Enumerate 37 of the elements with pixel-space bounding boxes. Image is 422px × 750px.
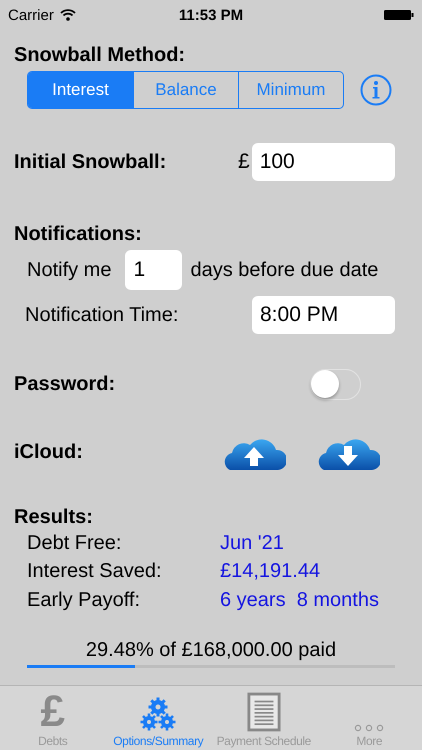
input-field[interactable]: 1 [125,250,182,290]
gears-icon [140,696,176,732]
field-label: days before due date [190,258,378,282]
info-icon[interactable] [360,74,392,106]
wifi-icon [60,9,76,21]
tab-item[interactable]: £ Debts [0,686,106,750]
segment-button[interactable]: Minimum [238,72,343,108]
section-heading: Snowball Method: [14,44,186,67]
result-label: Interest Saved: [27,560,163,584]
section-heading: Notifications: [14,223,142,246]
result-label: Debt Free: [27,532,122,555]
field-label: iCloud: [14,440,84,464]
document-icon [246,692,281,732]
input-field[interactable]: 8:00 PM [252,296,395,334]
toggle-switch[interactable] [310,368,361,400]
result-value: Jun '21 [220,532,284,555]
result-value: 6 years 8 months [220,588,379,612]
more-icon [354,724,384,732]
field-label: Password: [14,372,116,396]
clock-time: 11:53 PM [178,6,244,24]
section-heading: Results: [14,506,93,529]
input-field[interactable]: 100 [252,143,395,181]
field-label: Initial Snowball: [14,150,168,174]
result-label: Early Payoff: [27,588,142,612]
progress-text: 29.48% of £168,000.00 paid [84,638,338,662]
result-value: £14,191.44 [220,560,320,584]
segment-button[interactable]: Balance [133,72,238,108]
carrier-name: Carrier [8,6,54,24]
field-label: Notification Time: [25,304,180,326]
pound-icon: £ [40,690,65,734]
tab-item[interactable]: More [316,686,422,750]
tab-item[interactable]: Options/Summary [106,686,211,750]
tab-item[interactable]: Payment Schedule [211,686,316,750]
field-label: Notify me [27,258,112,282]
currency-symbol: £ [238,150,250,174]
battery-icon [384,9,414,21]
segment-button[interactable]: Interest [28,72,133,108]
